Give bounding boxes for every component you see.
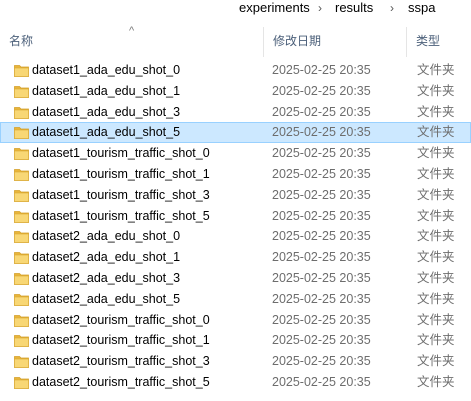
folder-icon xyxy=(14,127,29,140)
file-type: 文件夹 xyxy=(417,208,455,223)
file-modified-date: 2025-02-25 20:35 xyxy=(272,125,371,140)
breadcrumb: experiments › results › sspa xyxy=(0,0,471,18)
table-row[interactable]: dataset1_tourism_traffic_shot_5 2025-02-2… xyxy=(0,206,471,227)
file-name: dataset1_ada_edu_shot_0 xyxy=(32,63,181,77)
table-row[interactable]: dataset2_tourism_traffic_shot_3 2025-02-2… xyxy=(0,351,471,372)
file-name: dataset2_ada_edu_shot_1 xyxy=(32,250,181,265)
folder-icon xyxy=(14,189,29,202)
file-modified-date: 2025-02-25 20:35 xyxy=(272,354,371,369)
file-name: dataset1_tourism_traffic_shot_5 xyxy=(32,208,210,223)
file-modified-date: 2025-02-25 20:35 xyxy=(272,104,371,119)
file-type: 文件夹 xyxy=(417,312,455,327)
folder-icon xyxy=(14,169,29,181)
file-modified-date: 2025-02-25 20:35 xyxy=(272,250,371,265)
file-name: dataset1_tourism_traffic_shot_0 xyxy=(32,146,210,161)
file-modified-date: 2025-02-25 20:35 xyxy=(272,333,371,348)
file-type: 文件夹 xyxy=(417,83,455,98)
file-modified-date: 2025-02-25 20:35 xyxy=(272,229,371,244)
file-type: 文件夹 xyxy=(417,271,455,285)
table-row[interactable]: dataset2_ada_edu_shot_0 2025-02-25 20:35 文… xyxy=(0,226,471,247)
file-name: dataset2_tourism_traffic_shot_3 xyxy=(32,354,210,369)
file-name: dataset2_tourism_traffic_shot_1 xyxy=(32,333,210,348)
column-header-type[interactable]: 类型 xyxy=(407,27,471,57)
table-row[interactable]: dataset2_tourism_traffic_shot_0 2025-02-2… xyxy=(0,310,471,331)
folder-icon xyxy=(14,293,29,306)
file-name: dataset2_ada_edu_shot_0 xyxy=(32,229,181,244)
folder-icon xyxy=(14,314,29,327)
breadcrumb-item-sspa[interactable]: sspa xyxy=(408,0,435,16)
file-name: dataset2_ada_edu_shot_3 xyxy=(32,271,181,285)
column-header-row: ^ 名称 修改日期 类型 xyxy=(0,25,471,57)
table-row[interactable]: dataset1_ada_edu_shot_1 2025-02-25 20:35 文… xyxy=(0,81,471,102)
file-modified-date: 2025-02-25 20:35 xyxy=(272,187,371,202)
table-row[interactable]: dataset1_tourism_traffic_shot_1 2025-02-2… xyxy=(0,164,471,185)
file-name: dataset2_ada_edu_shot_5 xyxy=(32,291,181,306)
file-type: 文件夹 xyxy=(417,146,455,161)
file-name: dataset1_ada_edu_shot_3 xyxy=(32,104,181,119)
table-row[interactable]: dataset2_tourism_traffic_shot_1 2025-02-2… xyxy=(0,330,471,351)
chevron-right-icon[interactable]: › xyxy=(387,0,397,16)
table-row[interactable]: dataset2_ada_edu_shot_3 2025-02-25 20:35 文… xyxy=(0,268,471,289)
file-name: dataset2_tourism_traffic_shot_0 xyxy=(32,312,210,327)
table-row[interactable]: dataset2_ada_edu_shot_5 2025-02-25 20:35 文… xyxy=(0,289,471,310)
file-type: 文件夹 xyxy=(417,250,455,265)
table-row[interactable]: dataset1_tourism_traffic_shot_0 2025-02-2… xyxy=(0,143,471,164)
file-modified-date: 2025-02-25 20:35 xyxy=(272,312,371,327)
folder-icon xyxy=(14,356,29,369)
folder-icon xyxy=(14,148,29,161)
folder-icon xyxy=(14,106,29,119)
folder-icon xyxy=(14,65,29,77)
breadcrumb-item-results[interactable]: results xyxy=(335,0,373,16)
file-type: 文件夹 xyxy=(417,229,455,244)
file-type: 文件夹 xyxy=(417,167,455,181)
file-modified-date: 2025-02-25 20:35 xyxy=(272,167,371,181)
table-row[interactable]: dataset2_tourism_traffic_shot_5 2025-02-2… xyxy=(0,372,471,393)
file-modified-date: 2025-02-25 20:35 xyxy=(272,271,371,285)
table-row[interactable]: dataset2_ada_edu_shot_1 2025-02-25 20:35 文… xyxy=(0,247,471,268)
column-header-modified[interactable]: 修改日期 xyxy=(264,27,406,57)
file-type: 文件夹 xyxy=(417,291,455,306)
file-type: 文件夹 xyxy=(417,354,455,369)
file-name: dataset1_tourism_traffic_shot_3 xyxy=(32,187,210,202)
folder-icon xyxy=(14,231,29,244)
file-modified-date: 2025-02-25 20:35 xyxy=(272,83,371,98)
table-row-selected[interactable]: dataset1_ada_edu_shot_5 2025-02-25 20:35 文… xyxy=(0,122,471,144)
folder-icon xyxy=(14,210,29,223)
chevron-right-icon[interactable]: › xyxy=(315,0,325,16)
file-type: 文件夹 xyxy=(417,125,455,140)
file-type: 文件夹 xyxy=(417,104,455,119)
file-modified-date: 2025-02-25 20:35 xyxy=(272,375,371,389)
file-type: 文件夹 xyxy=(417,187,455,202)
file-name: dataset1_ada_edu_shot_1 xyxy=(32,83,181,98)
file-modified-date: 2025-02-25 20:35 xyxy=(272,291,371,306)
file-type: 文件夹 xyxy=(417,63,455,77)
table-row[interactable]: dataset1_ada_edu_shot_0 2025-02-25 20:35 文… xyxy=(0,60,471,81)
breadcrumb-item-experiments[interactable]: experiments xyxy=(239,0,310,16)
folder-icon xyxy=(14,335,29,348)
file-modified-date: 2025-02-25 20:35 xyxy=(272,208,371,223)
column-header-name[interactable]: 名称 xyxy=(0,27,263,57)
table-row[interactable]: dataset1_ada_edu_shot_3 2025-02-25 20:35 文… xyxy=(0,102,471,123)
file-name: dataset2_tourism_traffic_shot_5 xyxy=(32,375,210,389)
file-modified-date: 2025-02-25 20:35 xyxy=(272,146,371,161)
folder-icon xyxy=(14,377,29,389)
folder-icon xyxy=(14,85,29,98)
file-name: dataset1_ada_edu_shot_5 xyxy=(32,125,181,140)
file-modified-date: 2025-02-25 20:35 xyxy=(272,63,371,77)
file-type: 文件夹 xyxy=(417,333,455,348)
file-name: dataset1_tourism_traffic_shot_1 xyxy=(32,167,210,181)
table-row[interactable]: dataset1_tourism_traffic_shot_3 2025-02-2… xyxy=(0,185,471,206)
file-type: 文件夹 xyxy=(417,375,455,389)
folder-icon xyxy=(14,273,29,285)
folder-icon xyxy=(14,252,29,265)
